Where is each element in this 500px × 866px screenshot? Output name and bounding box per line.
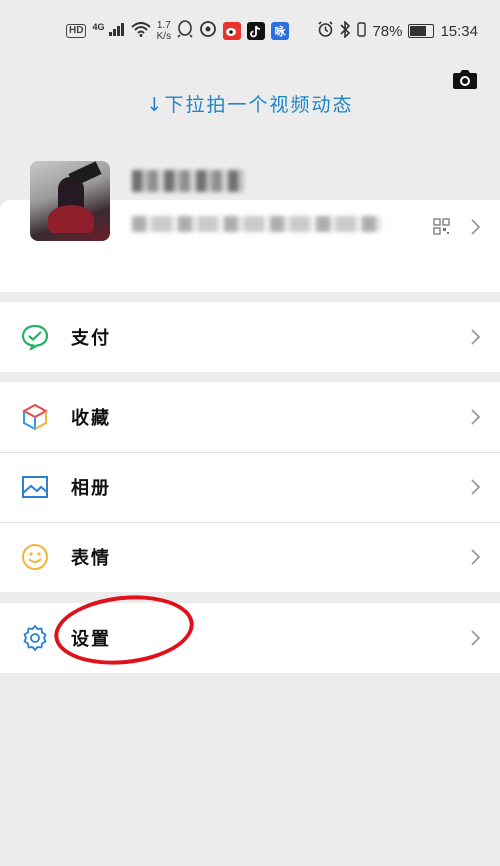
favorites-cube-icon	[20, 402, 50, 432]
chevron-right-icon	[471, 219, 481, 235]
cell-signal-icon: 4G	[92, 22, 124, 40]
menu-item-stickers[interactable]: 表情	[0, 522, 500, 592]
bluetooth-icon	[340, 19, 351, 42]
camera-icon[interactable]	[452, 68, 478, 90]
gear-icon	[20, 623, 50, 653]
status-bar: HD 4G 1.7 K/s 咏 78% 15:34	[0, 0, 500, 62]
menu-item-album[interactable]: 相册	[0, 452, 500, 522]
chevron-right-icon	[471, 630, 481, 646]
menu-item-settings[interactable]: 设置	[0, 603, 500, 673]
network-speed: 1.7 K/s	[157, 20, 171, 42]
menu-label-favorites: 收藏	[71, 408, 111, 429]
network-type: 4G	[92, 22, 105, 32]
pull-down-hint: ↓下拉拍一个视频动态	[146, 94, 354, 116]
menu-group-settings: 设置	[0, 603, 500, 673]
weibo-icon	[223, 22, 242, 40]
chevron-right-icon	[471, 479, 481, 495]
vibrate-icon	[357, 21, 367, 41]
menu-label-pay: 支付	[71, 328, 111, 349]
menu-item-favorites[interactable]: 收藏	[0, 382, 500, 452]
status-right: 78% 15:34	[317, 19, 478, 42]
menu-label-album: 相册	[71, 478, 111, 499]
baidu-icon: 咏	[271, 22, 290, 40]
tiktok-icon	[247, 22, 266, 40]
pay-icon	[20, 322, 50, 352]
smiley-icon	[20, 542, 50, 572]
chevron-right-icon	[471, 409, 481, 425]
netease-icon	[199, 20, 217, 42]
speed-value: 1.7	[156, 20, 171, 31]
wifi-icon	[130, 21, 151, 41]
battery-percent: 78%	[372, 22, 403, 40]
qr-code-icon[interactable]	[433, 218, 450, 235]
qq-icon	[177, 20, 193, 42]
menu-group-main: 收藏 相册 表情	[0, 382, 500, 592]
hd-badge: HD	[66, 24, 87, 38]
menu-label-settings: 设置	[71, 629, 111, 650]
clock: 15:34	[440, 22, 478, 40]
chevron-right-icon	[471, 329, 481, 345]
chevron-right-icon	[471, 549, 481, 565]
status-left: HD 4G 1.7 K/s 咏	[66, 20, 290, 42]
battery-icon	[408, 24, 435, 38]
speed-unit: K/s	[156, 31, 172, 42]
nickname-blurred	[132, 170, 244, 192]
menu-group-pay: 支付	[0, 302, 500, 372]
menu-label-stickers: 表情	[71, 548, 111, 569]
alarm-icon	[317, 20, 334, 42]
menu-item-pay[interactable]: 支付	[0, 302, 500, 372]
album-image-icon	[20, 472, 50, 502]
avatar[interactable]	[30, 161, 110, 241]
wechat-id-blurred	[132, 216, 382, 232]
